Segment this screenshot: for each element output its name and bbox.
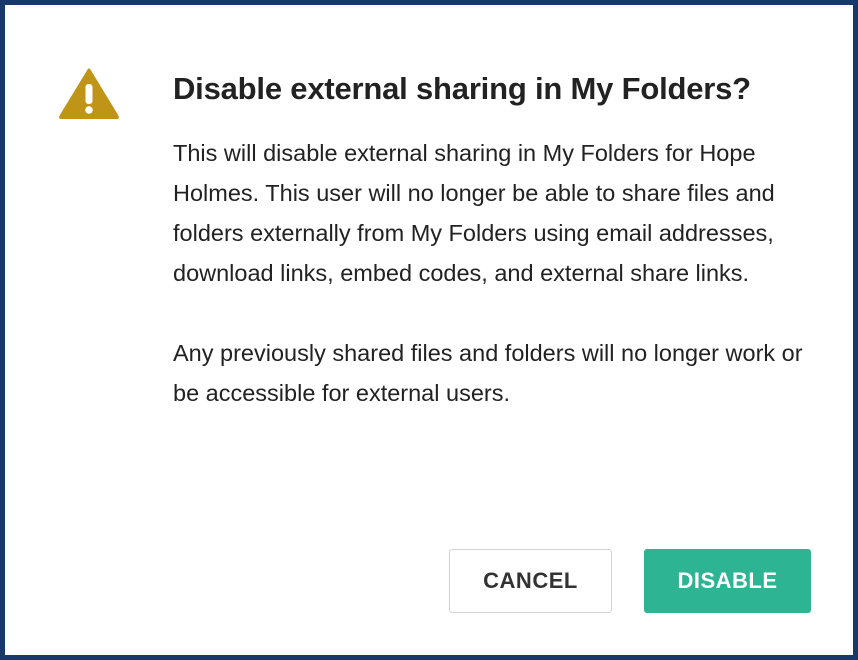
confirm-dialog: Disable external sharing in My Folders? … (0, 0, 858, 660)
dialog-message-paragraph: This will disable external sharing in My… (173, 140, 775, 286)
dialog-title: Disable external sharing in My Folders? (173, 71, 751, 106)
cancel-button[interactable]: CANCEL (449, 549, 612, 613)
dialog-message-paragraph: Any previously shared files and folders … (173, 340, 803, 406)
warning-triangle-icon (59, 68, 119, 119)
disable-button[interactable]: DISABLE (644, 549, 811, 613)
dialog-body: This will disable external sharing in My… (173, 133, 823, 453)
